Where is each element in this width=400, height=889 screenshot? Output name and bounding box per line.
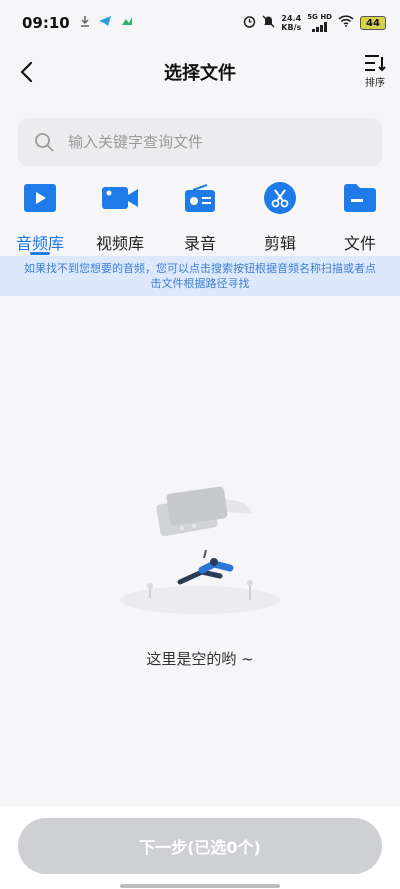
empty-state-illustration	[110, 478, 290, 618]
search-box[interactable]	[18, 118, 382, 166]
tab-label: 视频库	[95, 234, 144, 253]
back-button[interactable]	[14, 58, 38, 86]
signal-icon	[311, 21, 327, 32]
sort-icon	[365, 55, 386, 72]
sort-label: 排序	[365, 78, 385, 89]
net-speed: 24.4 KB/s	[281, 14, 301, 32]
empty-state-text: 这里是空的哟 ~	[146, 650, 254, 668]
radio-recorder-icon	[182, 180, 218, 216]
bottom-bar: 下一步(已选0个)	[0, 806, 400, 889]
next-step-button[interactable]: 下一步(已选0个)	[18, 818, 382, 874]
active-tab-indicator	[30, 252, 50, 255]
mute-icon	[262, 15, 275, 32]
chevron-left-icon	[20, 61, 33, 83]
battery-indicator: 44	[360, 16, 386, 30]
search-input[interactable]	[68, 133, 348, 151]
play-icon	[22, 180, 58, 216]
status-bar: 09:10 24.4 KB/s 5G HD 44	[0, 0, 400, 46]
tab-recording[interactable]: 录音	[160, 178, 240, 258]
download-icon	[80, 15, 90, 31]
hint-banner: 如果找不到您想要的音频，您可以点击搜索按钮根据音频名称扫描或者点击文件根据路径寻…	[0, 256, 400, 296]
tab-file[interactable]: 文件	[320, 178, 400, 258]
status-right: 24.4 KB/s 5G HD 44	[243, 13, 386, 34]
tab-label: 录音	[183, 234, 216, 253]
tab-video-library[interactable]: 视频库	[80, 178, 160, 258]
status-time: 09:10	[22, 14, 70, 32]
scissors-icon	[262, 180, 298, 216]
page-title: 选择文件	[164, 63, 236, 84]
tab-label: 音频库	[15, 234, 64, 253]
video-camera-icon	[102, 180, 138, 216]
app-notification-icon	[120, 15, 134, 31]
signal-group: 5G HD	[307, 13, 332, 34]
tab-label: 剪辑	[263, 234, 296, 253]
network-label: 5G HD	[307, 12, 332, 21]
folder-icon	[342, 180, 378, 216]
header: 选择文件 排序	[0, 46, 400, 98]
net-speed-value: 24.4	[281, 14, 302, 23]
search-icon	[35, 133, 54, 152]
home-indicator[interactable]	[120, 884, 280, 888]
category-tabs: 音频库 视频库 录音 剪辑 文件	[0, 178, 400, 258]
tab-audio-library[interactable]: 音频库	[0, 178, 80, 258]
notification-icons	[80, 15, 134, 31]
net-speed-unit: KB/s	[281, 23, 302, 32]
sort-button[interactable]: 排序	[360, 54, 390, 89]
tab-clip[interactable]: 剪辑	[240, 178, 320, 258]
wifi-icon	[338, 15, 354, 31]
alarm-icon	[243, 15, 256, 32]
tab-label: 文件	[343, 234, 376, 253]
paper-plane-icon	[98, 15, 112, 31]
